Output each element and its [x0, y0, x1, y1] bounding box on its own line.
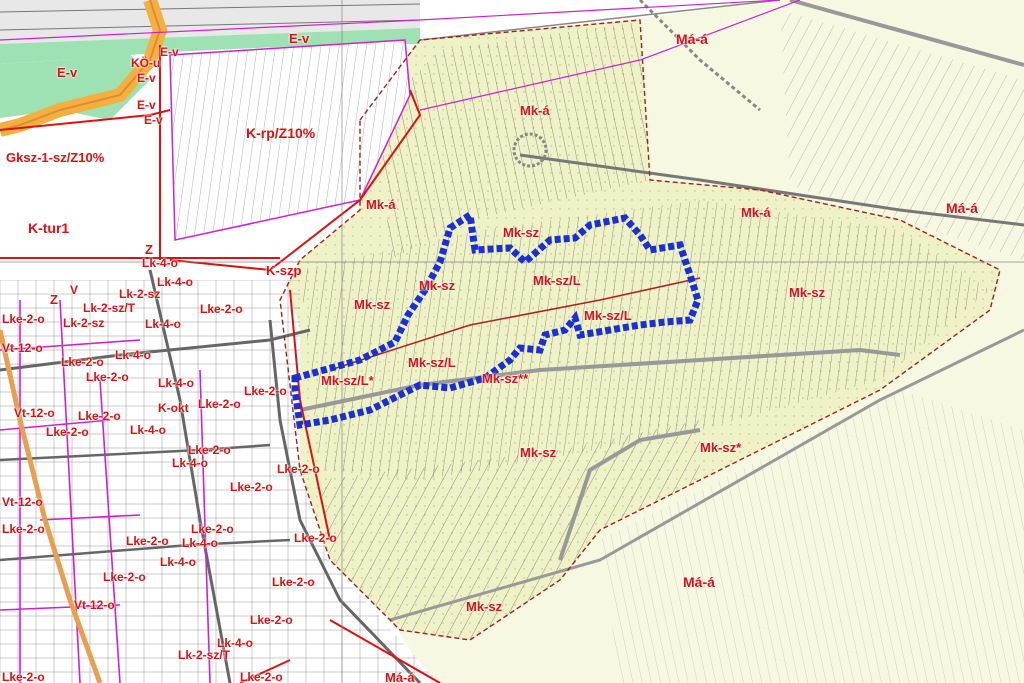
- zone-label: Lke-2-o: [240, 670, 283, 683]
- zone-label: Lk-4-o: [158, 376, 194, 390]
- zone-label: Lke-2-o: [103, 570, 146, 584]
- zone-label: Lke-2-o: [188, 443, 231, 457]
- zone-label: Vt-12-o: [2, 495, 43, 509]
- zone-label: Mk-sz/L: [584, 308, 632, 323]
- zone-label: Lke-2-o: [198, 397, 241, 411]
- zone-label: V: [70, 283, 79, 297]
- zone-label: Lke-2-o: [230, 480, 273, 494]
- zone-label: Mk-sz: [503, 225, 540, 240]
- zone-label: Mk-sz: [466, 599, 503, 614]
- zone-label: Lke-2-o: [86, 370, 129, 384]
- zone-label: Lk-2-sz: [119, 287, 161, 301]
- zone-label: Lk-4-o: [145, 317, 181, 331]
- zone-label: Mk-á: [366, 197, 396, 212]
- zone-label: Mk-sz/L*: [321, 373, 374, 388]
- zone-label: Lk-4-o: [130, 423, 166, 437]
- zone-label: K-tur1: [28, 220, 70, 236]
- zone-label: Mk-sz/L: [533, 273, 581, 288]
- zone-label: K-okt: [158, 401, 189, 415]
- zone-label: Mk-á: [741, 205, 771, 220]
- zone-label: E-v: [144, 113, 163, 127]
- zone-label: Má-á: [676, 31, 708, 47]
- zone-label: Lke-2-o: [2, 670, 45, 683]
- zone-label: Lke-2-o: [61, 355, 104, 369]
- zone-label: Lke-2-o: [272, 575, 315, 589]
- zone-label: Mk-á: [520, 103, 550, 118]
- zone-label: Lk-2-sz/T: [83, 301, 136, 315]
- zone-label: Lke-2-o: [46, 425, 89, 439]
- zone-label: Vt-12-o: [2, 341, 43, 355]
- zone-label: E-v: [289, 31, 310, 46]
- zone-label: Z: [145, 242, 153, 257]
- zone-label: E-v: [57, 65, 78, 80]
- zone-label: Z: [50, 292, 58, 307]
- zone-label: Lk-4-o: [182, 536, 218, 550]
- zoning-map: E-v KÖ-u E-v E-v E-v E-v E-v Gksz-1-sz/Z…: [0, 0, 1024, 683]
- zone-label: K-rp/Z10%: [246, 125, 316, 141]
- zone-label: Má-á: [683, 574, 715, 590]
- zone-label: Mk-sz*: [700, 440, 742, 455]
- zone-label: KÖ-u: [131, 56, 161, 70]
- zone-label: Lke-2-o: [250, 613, 293, 627]
- zone-label: Lke-2-o: [2, 312, 45, 326]
- zone-label: Mk-sz: [419, 278, 456, 293]
- zone-label: Lk-2-sz/T: [178, 648, 231, 662]
- zone-label: Lk-4-o: [172, 456, 208, 470]
- zone-label: K-szp: [266, 263, 302, 278]
- zone-label: Lke-2-o: [244, 384, 287, 398]
- zone-label: Lke-2-o: [191, 522, 234, 536]
- zone-label: Gksz-1-sz/Z10%: [6, 150, 105, 165]
- zone-label: Lke-2-o: [294, 531, 337, 545]
- zone-label: E-v: [137, 98, 156, 112]
- zone-label: Lke-2-o: [200, 302, 243, 316]
- zone-label: Lk-4-o: [160, 555, 196, 569]
- zone-label: Lke-2-o: [2, 522, 45, 536]
- zone-label: Mk-sz: [520, 445, 557, 460]
- zone-label: E-v: [160, 45, 179, 59]
- zone-label: Lk-4-o: [157, 275, 193, 289]
- zone-label: Lk-2-sz: [63, 316, 105, 330]
- zone-label: Lk-4-o: [142, 256, 178, 270]
- zone-label: Vt-12-o: [14, 406, 55, 420]
- zone-label: Lke-2-o: [126, 534, 169, 548]
- zone-label: E-v: [137, 71, 156, 85]
- zone-label: Mk-sz/L: [408, 355, 456, 370]
- zone-label: Lke-2-o: [277, 462, 320, 476]
- zone-label: Lk-4-o: [115, 348, 151, 362]
- zone-label: Vt-12-o: [74, 598, 115, 612]
- zone-label: Mk-sz: [789, 285, 826, 300]
- zone-label: Mk-sz**: [482, 371, 529, 386]
- zone-label: Má-á: [946, 200, 978, 216]
- zone-label: Má-á: [385, 670, 415, 683]
- zone-label: Mk-sz: [354, 297, 391, 312]
- zone-label: Lke-2-o: [78, 409, 121, 423]
